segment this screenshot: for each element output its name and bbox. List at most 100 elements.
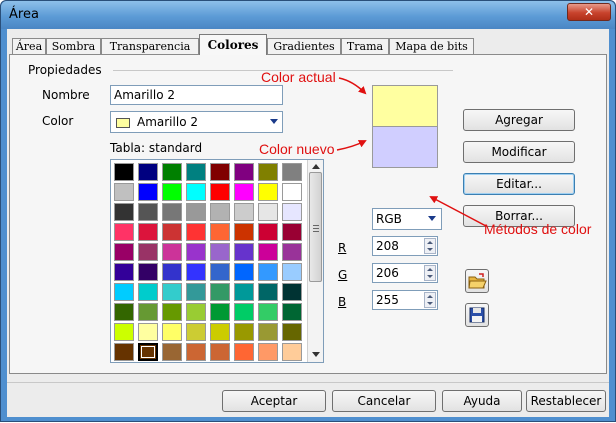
palette-swatch[interactable] (138, 263, 158, 281)
spin-buttons[interactable] (424, 265, 436, 281)
palette-swatch[interactable] (114, 223, 134, 241)
palette-swatch[interactable] (282, 303, 302, 321)
color-select[interactable]: Amarillo 2 (110, 111, 283, 133)
scroll-thumb[interactable] (309, 172, 322, 282)
palette-swatch[interactable] (162, 223, 182, 241)
palette-swatch[interactable] (186, 163, 206, 181)
spin-up-icon[interactable] (427, 268, 433, 271)
palette-swatch[interactable] (186, 223, 206, 241)
palette-swatch[interactable] (210, 283, 230, 301)
palette-swatch[interactable] (210, 223, 230, 241)
palette-swatch[interactable] (186, 263, 206, 281)
palette-swatch[interactable] (162, 323, 182, 341)
name-input[interactable]: Amarillo 2 (110, 85, 283, 105)
palette-swatch[interactable] (138, 243, 158, 261)
palette-swatch[interactable] (258, 243, 278, 261)
palette-swatch[interactable] (114, 323, 134, 341)
palette-swatch[interactable] (282, 323, 302, 341)
palette-swatch[interactable] (114, 343, 134, 361)
palette-swatch[interactable] (114, 203, 134, 221)
palette-swatch[interactable] (234, 163, 254, 181)
palette-swatch[interactable] (114, 283, 134, 301)
palette-swatch[interactable] (234, 203, 254, 221)
palette-swatch[interactable] (162, 303, 182, 321)
palette-swatch[interactable] (210, 343, 230, 361)
palette-swatch[interactable] (282, 183, 302, 201)
palette-swatch[interactable] (234, 283, 254, 301)
palette-swatch[interactable] (210, 203, 230, 221)
palette-swatch[interactable] (210, 163, 230, 181)
palette-swatch[interactable] (186, 243, 206, 261)
palette-swatch[interactable] (210, 183, 230, 201)
palette-swatch[interactable] (186, 203, 206, 221)
scroll-down-arrow-icon[interactable] (312, 352, 320, 357)
tab-colors[interactable]: Colores (199, 34, 267, 55)
palette-swatch[interactable] (138, 303, 158, 321)
palette-swatch[interactable] (138, 203, 158, 221)
palette-swatch[interactable] (162, 243, 182, 261)
palette-swatch[interactable] (186, 283, 206, 301)
help-button[interactable]: Ayuda (442, 390, 522, 412)
palette-swatch[interactable] (234, 303, 254, 321)
palette-swatch[interactable] (114, 303, 134, 321)
cancel-button[interactable]: Cancelar (332, 390, 436, 412)
palette-swatch[interactable] (234, 223, 254, 241)
spin-down-icon[interactable] (427, 302, 433, 305)
palette-swatch[interactable] (282, 263, 302, 281)
edit-button[interactable]: Editar... (463, 173, 575, 195)
palette-swatch[interactable] (162, 183, 182, 201)
palette-swatch[interactable] (258, 183, 278, 201)
palette-swatch[interactable] (114, 263, 134, 281)
palette-swatch[interactable] (282, 203, 302, 221)
spin-down-icon[interactable] (427, 248, 433, 251)
palette-swatch[interactable] (114, 183, 134, 201)
palette-swatch[interactable] (234, 243, 254, 261)
palette-swatch[interactable] (114, 163, 134, 181)
palette-swatch[interactable] (186, 323, 206, 341)
palette-swatch[interactable] (138, 183, 158, 201)
tab-gradients[interactable]: Gradientes (267, 38, 341, 54)
palette-swatch[interactable] (138, 283, 158, 301)
palette-swatch[interactable] (282, 223, 302, 241)
palette-swatch[interactable] (186, 303, 206, 321)
palette-swatch[interactable] (234, 263, 254, 281)
save-color-list-button[interactable] (465, 303, 489, 327)
spin-up-icon[interactable] (427, 241, 433, 244)
palette-swatch[interactable] (282, 343, 302, 361)
tab-bitmaps[interactable]: Mapa de bits (389, 38, 474, 54)
palette-swatch[interactable] (282, 243, 302, 261)
scroll-up-arrow-icon[interactable] (312, 164, 320, 169)
color-palette-grid[interactable] (110, 159, 324, 363)
palette-swatch[interactable] (138, 223, 158, 241)
tab-transparency[interactable]: Transparencia (101, 38, 199, 54)
palette-swatch[interactable] (162, 283, 182, 301)
palette-swatch[interactable] (162, 203, 182, 221)
palette-swatch[interactable] (138, 323, 158, 341)
load-color-list-button[interactable] (465, 269, 489, 293)
palette-swatch[interactable] (210, 263, 230, 281)
color-model-select[interactable]: RGB (372, 208, 442, 230)
palette-swatch[interactable] (210, 323, 230, 341)
palette-swatch[interactable] (210, 243, 230, 261)
palette-swatch[interactable] (210, 303, 230, 321)
reset-button[interactable]: Restablecer (526, 390, 606, 412)
palette-swatch[interactable] (162, 343, 182, 361)
ok-button[interactable]: Aceptar (222, 390, 326, 412)
palette-swatch[interactable] (282, 283, 302, 301)
title-bar[interactable]: Área ✕ (1, 1, 615, 29)
modify-button[interactable]: Modificar (463, 141, 575, 163)
spin-up-icon[interactable] (427, 295, 433, 298)
palette-swatch[interactable] (282, 163, 302, 181)
palette-swatch[interactable] (186, 183, 206, 201)
palette-swatch[interactable] (114, 243, 134, 261)
channel-g-stepper[interactable]: 206 (372, 263, 438, 283)
palette-swatch[interactable] (138, 163, 158, 181)
palette-swatch[interactable] (234, 323, 254, 341)
palette-swatch[interactable] (138, 343, 158, 361)
palette-swatch[interactable] (258, 163, 278, 181)
channel-r-stepper[interactable]: 208 (372, 236, 438, 256)
close-button[interactable]: ✕ (567, 3, 611, 21)
add-button[interactable]: Agregar (463, 109, 575, 131)
palette-swatch[interactable] (258, 303, 278, 321)
palette-swatch[interactable] (258, 223, 278, 241)
